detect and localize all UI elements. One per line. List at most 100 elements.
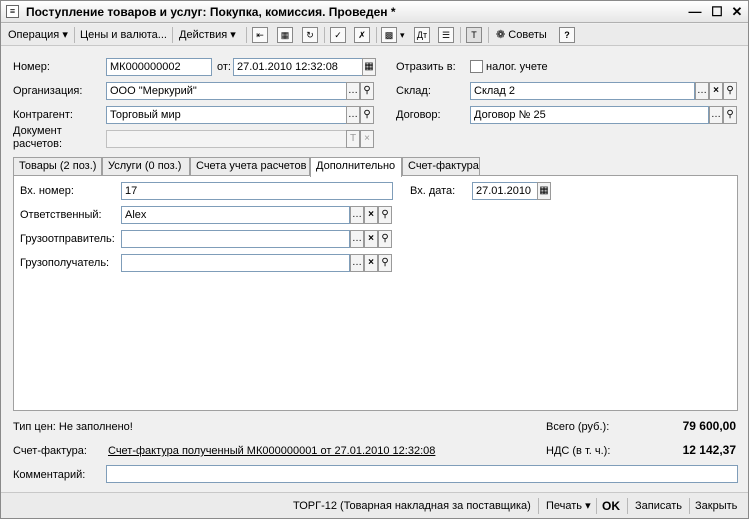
- enter-icon[interactable]: ⇤: [252, 27, 268, 43]
- chevron-down-icon[interactable]: ▾: [397, 26, 408, 44]
- calendar-icon[interactable]: ▦: [362, 58, 376, 76]
- toolbar-separator: [460, 27, 461, 43]
- actions-label: Действия: [179, 29, 228, 41]
- number-label: Номер:: [13, 61, 50, 73]
- save-button[interactable]: Записать: [635, 497, 682, 515]
- search-icon[interactable]: ⚲: [378, 206, 392, 224]
- help-icon[interactable]: ?: [559, 27, 575, 43]
- shipper-field[interactable]: [121, 230, 350, 248]
- refresh-icon[interactable]: ↻: [302, 27, 318, 43]
- date-field[interactable]: 27.01.2010 12:32:08: [233, 58, 363, 76]
- minimize-icon[interactable]: —: [687, 4, 703, 20]
- toolbar: Операция ▾ Цены и валюта... Действия ▾ ⇤…: [1, 24, 748, 46]
- search-icon[interactable]: ⚲: [360, 82, 374, 100]
- clear-icon[interactable]: ×: [364, 230, 378, 248]
- responsible-field[interactable]: Alex: [121, 206, 350, 224]
- close-icon[interactable]: ✕: [729, 4, 745, 20]
- contract-field[interactable]: Договор № 25: [470, 106, 709, 124]
- window-title: Поступление товаров и услуг: Покупка, ко…: [26, 5, 396, 19]
- tab-invoice[interactable]: Счет-фактура: [402, 157, 480, 176]
- select-icon[interactable]: …: [350, 206, 364, 224]
- settlement-doc-label: Документ расчетов:: [13, 125, 62, 151]
- document-window: ≡ Поступление товаров и услуг: Покупка, …: [0, 0, 749, 519]
- contractor-label: Контрагент:: [13, 109, 73, 121]
- tab-services[interactable]: Услуги (0 поз.): [102, 157, 190, 176]
- tab-additional[interactable]: Дополнительно: [310, 157, 402, 177]
- incoming-date-field[interactable]: 27.01.2010: [472, 182, 538, 200]
- organization-field[interactable]: ООО "Меркурий": [106, 82, 347, 100]
- clear-icon[interactable]: ×: [364, 206, 378, 224]
- create-based-icon[interactable]: ▩: [381, 27, 397, 43]
- unpost-icon[interactable]: ✗: [354, 27, 370, 43]
- structure-icon[interactable]: ☰: [438, 27, 454, 43]
- tax-accounting-checkbox[interactable]: [470, 60, 483, 73]
- operation-menu[interactable]: Операция ▾: [5, 26, 71, 44]
- tips-button[interactable]: ❁ Советы: [493, 26, 550, 44]
- select-icon[interactable]: …: [709, 106, 723, 124]
- toolbar-separator: [627, 498, 628, 514]
- incoming-date-label: Вх. дата:: [410, 185, 456, 197]
- type-icon[interactable]: T: [346, 130, 360, 148]
- warehouse-label: Склад:: [396, 85, 431, 97]
- maximize-icon[interactable]: ☐: [709, 4, 725, 20]
- select-icon[interactable]: …: [346, 106, 360, 124]
- settlement-doc-label-line2: расчетов:: [13, 138, 63, 150]
- select-icon[interactable]: …: [695, 82, 709, 100]
- clear-icon[interactable]: ×: [709, 82, 723, 100]
- warehouse-field[interactable]: Склад 2: [470, 82, 695, 100]
- calendar-icon[interactable]: ▦: [537, 182, 551, 200]
- clear-icon[interactable]: ×: [360, 130, 374, 148]
- toolbar-separator: [74, 27, 75, 43]
- invoice-link[interactable]: Счет-фактура полученный МК000000001 от 2…: [108, 445, 435, 457]
- total-value: 79 600,00: [682, 419, 736, 433]
- copy-icon[interactable]: ▦: [277, 27, 293, 43]
- chevron-down-icon: ▾: [62, 29, 68, 41]
- total-label: Всего (руб.):: [546, 421, 610, 433]
- subordinate-icon[interactable]: T: [466, 27, 482, 43]
- settlement-doc-field[interactable]: [106, 130, 347, 148]
- toolbar-separator: [689, 498, 690, 514]
- number-field[interactable]: МК000000002: [106, 58, 212, 76]
- settlement-doc-label-line1: Документ: [13, 125, 62, 137]
- toolbar-separator: [376, 27, 377, 43]
- accounts-icon[interactable]: Дт: [414, 27, 430, 43]
- select-icon[interactable]: …: [346, 82, 360, 100]
- chevron-down-icon: ▾: [585, 500, 591, 512]
- search-icon[interactable]: ⚲: [378, 230, 392, 248]
- invoice-label: Счет-фактура:: [13, 445, 87, 457]
- operation-label: Операция: [8, 29, 60, 41]
- consignee-label: Грузополучатель:: [20, 257, 110, 269]
- contractor-field[interactable]: Торговый мир: [106, 106, 347, 124]
- document-icon: ≡: [6, 5, 19, 18]
- search-icon[interactable]: ⚲: [378, 254, 392, 272]
- actions-menu[interactable]: Действия ▾: [176, 26, 239, 44]
- tax-accounting-label: налог. учете: [486, 61, 548, 73]
- toolbar-separator: [488, 27, 489, 43]
- ok-button[interactable]: OK: [602, 497, 620, 515]
- search-icon[interactable]: ⚲: [723, 106, 737, 124]
- incoming-number-field[interactable]: 17: [121, 182, 393, 200]
- consignee-field[interactable]: [121, 254, 350, 272]
- search-icon[interactable]: ⚲: [723, 82, 737, 100]
- select-icon[interactable]: …: [350, 230, 364, 248]
- command-bar: ТОРГ-12 (Товарная накладная за поставщик…: [1, 492, 748, 518]
- price-type-text: Тип цен: Не заполнено!: [13, 421, 133, 433]
- clear-icon[interactable]: ×: [364, 254, 378, 272]
- date-label: от:: [217, 61, 231, 73]
- close-button[interactable]: Закрыть: [695, 497, 737, 515]
- title-bar: ≡ Поступление товаров и услуг: Покупка, …: [1, 1, 748, 23]
- tab-goods[interactable]: Товары (2 поз.): [13, 157, 102, 176]
- contract-label: Договор:: [396, 109, 441, 121]
- chevron-down-icon: ▾: [230, 29, 236, 41]
- search-icon[interactable]: ⚲: [360, 106, 374, 124]
- torg12-button[interactable]: ТОРГ-12 (Товарная накладная за поставщик…: [293, 497, 531, 515]
- responsible-label: Ответственный:: [20, 209, 102, 221]
- print-menu[interactable]: Печать ▾: [546, 497, 591, 515]
- select-icon[interactable]: …: [350, 254, 364, 272]
- comment-label: Комментарий:: [13, 469, 86, 481]
- comment-field[interactable]: [106, 465, 738, 483]
- print-label: Печать: [546, 500, 583, 512]
- post-icon[interactable]: ✓: [330, 27, 346, 43]
- tab-settlement-accounts[interactable]: Счета учета расчетов: [190, 157, 310, 176]
- prices-button[interactable]: Цены и валюта...: [77, 26, 170, 44]
